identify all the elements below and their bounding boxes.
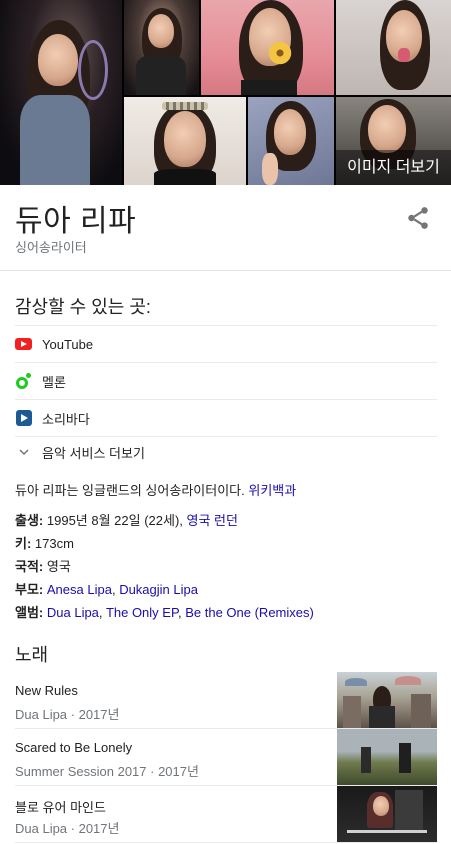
- song-meta: Summer Session 2017 · 2017년: [15, 764, 199, 779]
- song-meta: Dua Lipa · 2017년: [15, 707, 120, 722]
- fact-label: 출생:: [15, 513, 44, 528]
- parent-link[interactable]: Dukagjin Lipa: [119, 582, 198, 597]
- song-item[interactable]: New Rules Dua Lipa · 2017년: [15, 672, 437, 728]
- image-grid: 이미지 더보기: [0, 0, 451, 185]
- song-thumbnail[interactable]: [337, 729, 437, 785]
- fact-height: 키: 173cm: [15, 533, 74, 552]
- song-item[interactable]: 블로 유어 마인드 Dua Lipa · 2017년: [15, 786, 437, 842]
- song-title: 블로 유어 마인드: [15, 800, 106, 815]
- wikipedia-link[interactable]: 위키백과: [248, 483, 296, 498]
- youtube-icon: [15, 336, 32, 353]
- melon-icon: [15, 372, 32, 390]
- more-services-button[interactable]: 음악 서비스 더보기: [15, 434, 437, 470]
- entity-subtitle: 싱어송라이터: [15, 240, 87, 255]
- album-link[interactable]: Be the One (Remixes): [185, 605, 314, 620]
- fact-nationality: 국적: 영국: [15, 556, 71, 575]
- fact-value: 1995년 8월 22일 (22세),: [46, 513, 183, 528]
- parent-link[interactable]: Anesa Lipa: [47, 582, 112, 597]
- separator: ,: [177, 605, 182, 620]
- section-divider: [0, 270, 451, 271]
- service-soribada[interactable]: 소리바다: [15, 400, 437, 436]
- chevron-down-icon: [15, 444, 32, 461]
- fact-label: 국적:: [15, 559, 44, 574]
- entity-title: 듀아 리파: [15, 205, 137, 238]
- song-title: Scared to Be Lonely: [15, 740, 133, 755]
- image-tile-2[interactable]: [124, 0, 199, 95]
- image-tile-3[interactable]: [201, 0, 334, 95]
- fact-value: 173cm: [34, 536, 74, 551]
- row-divider: [15, 842, 437, 843]
- separator: ,: [98, 605, 103, 620]
- share-icon[interactable]: [405, 205, 431, 231]
- listen-heading: 감상할 수 있는 곳:: [15, 297, 151, 317]
- fact-born: 출생: 1995년 8월 22일 (22세), 영국 런던: [15, 510, 238, 529]
- fact-label: 앨범:: [15, 605, 44, 620]
- soribada-icon: [15, 410, 32, 427]
- fact-parents: 부모: Anesa Lipa, Dukagjin Lipa: [15, 579, 198, 598]
- album-link[interactable]: Dua Lipa: [47, 605, 99, 620]
- fact-label: 부모:: [15, 582, 44, 597]
- song-thumbnail[interactable]: [337, 786, 437, 842]
- song-meta: Dua Lipa · 2017년: [15, 821, 120, 836]
- service-label: 소리바다: [42, 411, 90, 427]
- more-images-button[interactable]: 이미지 더보기: [336, 150, 451, 185]
- image-tile-6[interactable]: [248, 97, 334, 185]
- more-services-label: 음악 서비스 더보기: [42, 445, 145, 461]
- fact-label: 키:: [15, 536, 32, 551]
- songs-heading: 노래: [15, 645, 49, 665]
- image-tile-4[interactable]: [336, 0, 451, 95]
- song-thumbnail[interactable]: [337, 672, 437, 728]
- service-label: 멜론: [42, 374, 66, 390]
- album-link[interactable]: The Only EP: [106, 605, 178, 620]
- service-youtube[interactable]: YouTube: [15, 326, 437, 362]
- fact-albums: 앨범: Dua Lipa, The Only EP, Be the One (R…: [15, 602, 314, 621]
- image-tile-main[interactable]: [0, 0, 122, 185]
- separator: ,: [111, 582, 116, 597]
- service-melon[interactable]: 멜론: [15, 363, 437, 399]
- description: 듀아 리파는 잉글랜드의 싱어송라이터이다. 위키백과: [15, 480, 296, 499]
- fact-value: 영국: [46, 559, 71, 574]
- birthplace-link[interactable]: 영국 런던: [187, 513, 238, 528]
- description-text: 듀아 리파는 잉글랜드의 싱어송라이터이다.: [15, 483, 245, 498]
- service-label: YouTube: [42, 336, 94, 352]
- image-tile-5[interactable]: [124, 97, 246, 185]
- song-title: New Rules: [15, 683, 78, 698]
- song-item[interactable]: Scared to Be Lonely Summer Session 2017 …: [15, 729, 437, 785]
